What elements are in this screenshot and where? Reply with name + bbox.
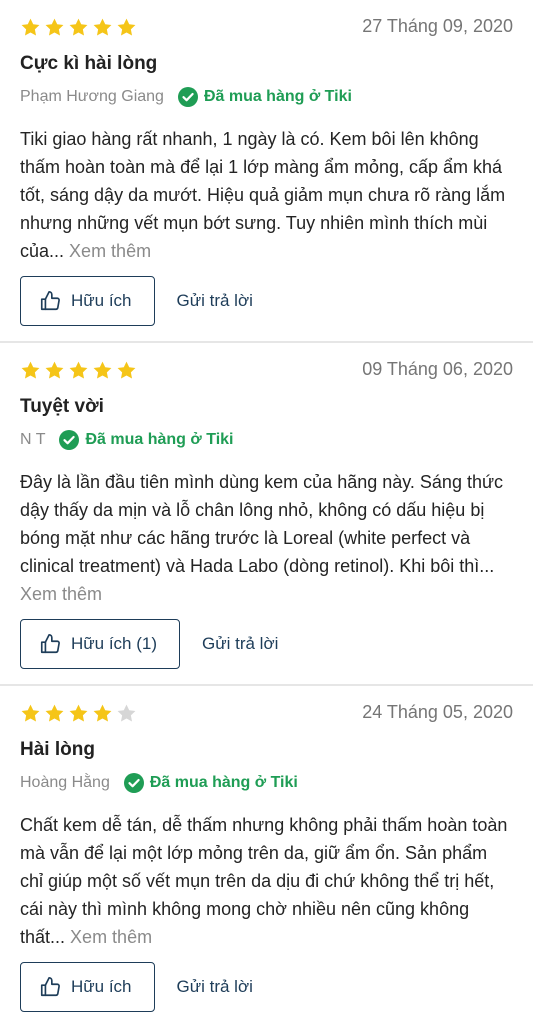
author-name: N T bbox=[20, 431, 46, 448]
star-filled-icon bbox=[68, 703, 89, 724]
reply-link[interactable]: Gửi trả lời bbox=[202, 634, 278, 654]
verified-purchase-badge: Đã mua hàng ở Tiki bbox=[177, 87, 352, 107]
verified-label: Đã mua hàng ở Tiki bbox=[203, 88, 352, 105]
star-rating bbox=[20, 17, 137, 38]
review-title: Tuyệt vời bbox=[20, 396, 104, 417]
helpful-button[interactable]: Hữu ích bbox=[20, 962, 155, 1012]
review-body: Đây là lần đầu tiên mình dùng kem của hã… bbox=[20, 468, 515, 608]
reply-link[interactable]: Gửi trả lời bbox=[177, 977, 253, 997]
review-date: 24 Tháng 05, 2020 bbox=[362, 702, 513, 722]
verified-label: Đã mua hàng ở Tiki bbox=[85, 431, 234, 448]
verified-purchase-badge: Đã mua hàng ở Tiki bbox=[59, 430, 233, 450]
review-date: 27 Tháng 09, 2020 bbox=[362, 16, 513, 36]
check-circle-icon bbox=[59, 430, 80, 450]
see-more-link[interactable]: Xem thêm bbox=[70, 927, 152, 947]
star-filled-icon bbox=[116, 360, 137, 381]
review-actions: Hữu ích (1) Gửi trả lời bbox=[20, 619, 278, 669]
review-actions: Hữu ích Gửi trả lời bbox=[20, 276, 253, 326]
helpful-label: Hữu ích (1) bbox=[71, 634, 158, 653]
thumbs-up-icon bbox=[40, 977, 60, 997]
star-rating bbox=[20, 703, 137, 724]
helpful-label: Hữu ích bbox=[71, 977, 132, 996]
helpful-label: Hữu ích bbox=[71, 291, 132, 310]
review-body: Tiki giao hàng rất nhanh, 1 ngày là có. … bbox=[20, 125, 515, 265]
star-filled-icon bbox=[20, 17, 41, 38]
check-circle-icon bbox=[123, 773, 144, 793]
review-meta: Hoàng Hằng Đã mua hàng ở Tiki bbox=[20, 773, 298, 793]
review-card: 09 Tháng 06, 2020 Tuyệt vời N T Đã mua h… bbox=[0, 343, 533, 684]
author-name: Hoàng Hằng bbox=[20, 774, 110, 791]
see-more-link[interactable]: Xem thêm bbox=[20, 584, 102, 604]
star-rating bbox=[20, 360, 137, 381]
review-list: 27 Tháng 09, 2020 Cực kì hài lòng Phạm H… bbox=[0, 0, 533, 1027]
author-name: Phạm Hương Giang bbox=[20, 88, 164, 105]
review-meta: Phạm Hương Giang Đã mua hàng ở Tiki bbox=[20, 87, 352, 107]
review-card: 27 Tháng 09, 2020 Cực kì hài lòng Phạm H… bbox=[0, 0, 533, 341]
review-title: Hài lòng bbox=[20, 739, 95, 760]
review-title: Cực kì hài lòng bbox=[20, 53, 158, 74]
review-actions: Hữu ích Gửi trả lời bbox=[20, 962, 253, 1012]
star-filled-icon bbox=[92, 17, 113, 38]
reply-link[interactable]: Gửi trả lời bbox=[177, 291, 253, 311]
star-filled-icon bbox=[20, 360, 41, 381]
star-filled-icon bbox=[92, 360, 113, 381]
star-filled-icon bbox=[92, 703, 113, 724]
star-filled-icon bbox=[44, 360, 65, 381]
review-date: 09 Tháng 06, 2020 bbox=[362, 359, 513, 379]
thumbs-up-icon bbox=[40, 634, 60, 654]
helpful-button[interactable]: Hữu ích (1) bbox=[20, 619, 181, 669]
star-empty-icon bbox=[116, 703, 137, 724]
see-more-link[interactable]: Xem thêm bbox=[69, 241, 151, 261]
review-card: 24 Tháng 05, 2020 Hài lòng Hoàng Hằng Đã… bbox=[0, 686, 533, 1027]
check-circle-icon bbox=[177, 87, 198, 107]
star-filled-icon bbox=[116, 17, 137, 38]
star-filled-icon bbox=[68, 17, 89, 38]
verified-label: Đã mua hàng ở Tiki bbox=[149, 774, 298, 791]
star-filled-icon bbox=[68, 360, 89, 381]
star-filled-icon bbox=[20, 703, 41, 724]
star-filled-icon bbox=[44, 17, 65, 38]
review-meta: N T Đã mua hàng ở Tiki bbox=[20, 430, 233, 450]
helpful-button[interactable]: Hữu ích bbox=[20, 276, 155, 326]
star-filled-icon bbox=[44, 703, 65, 724]
verified-purchase-badge: Đã mua hàng ở Tiki bbox=[123, 773, 298, 793]
review-body: Chất kem dễ tán, dễ thấm nhưng không phả… bbox=[20, 811, 515, 951]
thumbs-up-icon bbox=[40, 291, 60, 311]
review-text: Đây là lần đầu tiên mình dùng kem của hã… bbox=[20, 472, 504, 576]
